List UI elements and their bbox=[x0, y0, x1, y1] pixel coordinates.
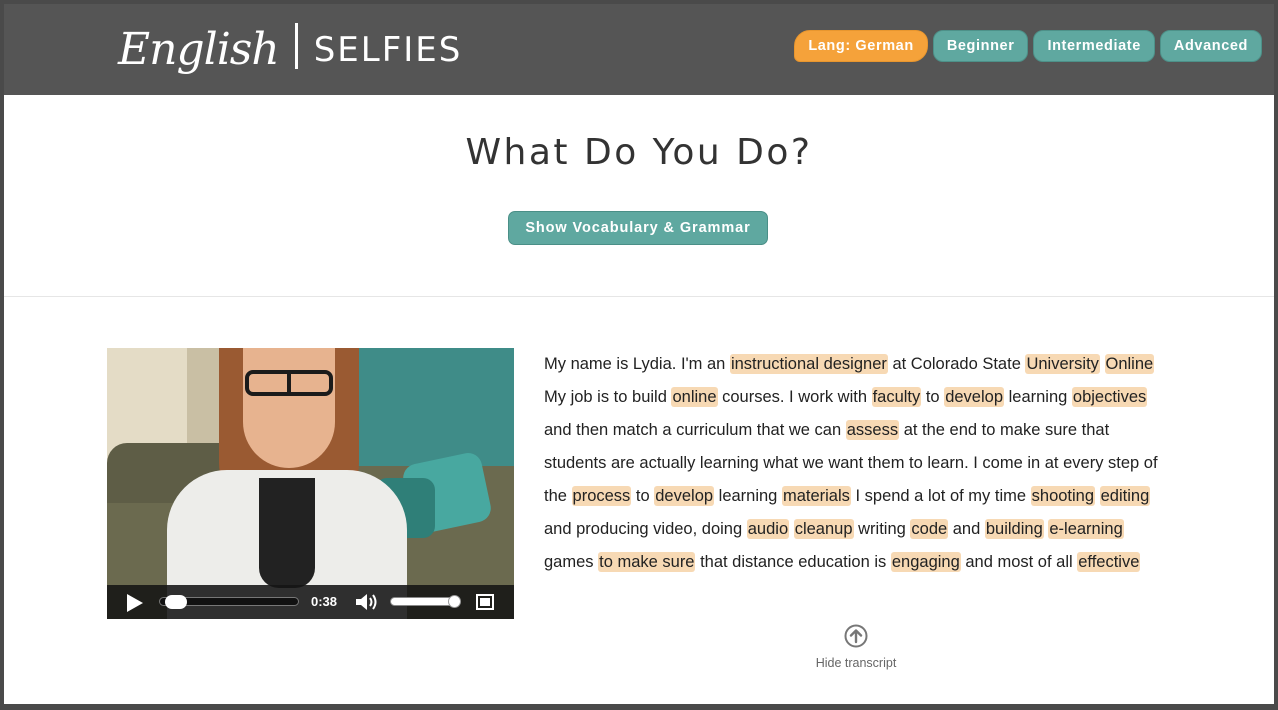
transcript-segment: writing bbox=[853, 520, 911, 538]
vocab-term[interactable]: develop bbox=[944, 387, 1005, 407]
vocab-term[interactable]: University bbox=[1025, 354, 1100, 374]
transcript-segment: courses. I work with bbox=[717, 388, 872, 406]
advanced-button[interactable]: Advanced bbox=[1159, 30, 1262, 62]
beginner-button[interactable]: Beginner bbox=[932, 30, 1029, 62]
arrow-up-circle-icon bbox=[844, 624, 868, 648]
transcript-segment: and producing video, doing bbox=[544, 520, 747, 538]
vocab-term[interactable]: effective bbox=[1077, 552, 1141, 572]
transcript-segment: to bbox=[631, 487, 655, 505]
vocab-term[interactable]: code bbox=[910, 519, 949, 539]
current-time: 0:38 bbox=[311, 594, 338, 609]
level-nav: Lang: German Beginner Intermediate Advan… bbox=[794, 30, 1262, 62]
transcript-segment: learning bbox=[1004, 388, 1072, 406]
page-frame: English SELFIES Lang: German Beginner In… bbox=[4, 4, 1274, 704]
transcript-segment: and most of all bbox=[960, 553, 1078, 571]
transcript-segment: that distance education is bbox=[695, 553, 891, 571]
transcript-segment: and bbox=[948, 520, 985, 538]
vocab-term[interactable]: instructional designer bbox=[729, 354, 888, 374]
vocab-term[interactable]: cleanup bbox=[793, 519, 854, 539]
vocab-term[interactable]: to make sure bbox=[598, 552, 696, 572]
transcript-segment: learning bbox=[714, 487, 782, 505]
video-frame-top bbox=[259, 478, 315, 588]
vocab-term[interactable]: building bbox=[984, 519, 1044, 539]
fullscreen-icon[interactable] bbox=[476, 594, 494, 610]
vocab-term[interactable]: engaging bbox=[890, 552, 961, 572]
vocab-term[interactable]: objectives bbox=[1071, 387, 1148, 407]
seek-handle[interactable] bbox=[164, 595, 187, 609]
video-player[interactable]: 0:38 bbox=[107, 348, 514, 619]
transcript-text: My name is Lydia. I'm an instructional d… bbox=[544, 348, 1164, 579]
lang-german-button[interactable]: Lang: German bbox=[794, 30, 928, 62]
transcript-segment bbox=[1095, 487, 1100, 505]
transcript-segment: My job is to build bbox=[544, 388, 672, 406]
transcript-segment: I spend a lot of my time bbox=[850, 487, 1031, 505]
vocab-term[interactable]: online bbox=[671, 387, 718, 407]
show-vocabulary-button[interactable]: Show Vocabulary & Grammar bbox=[508, 211, 768, 245]
vocab-term[interactable]: faculty bbox=[871, 387, 922, 407]
video-controls: 0:38 bbox=[107, 585, 514, 619]
intermediate-button[interactable]: Intermediate bbox=[1033, 30, 1155, 62]
site-logo[interactable]: English SELFIES bbox=[118, 12, 462, 88]
vocab-term[interactable]: editing bbox=[1099, 486, 1151, 506]
vocab-term[interactable]: develop bbox=[654, 486, 715, 506]
video-frame-face bbox=[243, 348, 335, 468]
transcript-segment: at Colorado State bbox=[887, 355, 1026, 373]
transcript-segment: and then match a curriculum that we can bbox=[544, 421, 846, 439]
play-icon[interactable] bbox=[127, 594, 143, 612]
seek-bar[interactable] bbox=[159, 595, 299, 609]
section-divider bbox=[4, 296, 1274, 297]
transcript-segment: My name is Lydia. I'm an bbox=[544, 355, 730, 373]
volume-handle[interactable] bbox=[448, 595, 461, 608]
logo-caps-text: SELFIES bbox=[313, 30, 463, 70]
vocab-term[interactable]: Online bbox=[1104, 354, 1155, 374]
transcript-segment bbox=[1100, 355, 1105, 373]
volume-slider[interactable] bbox=[390, 595, 461, 608]
video-frame-glasses bbox=[245, 370, 333, 396]
vocab-term[interactable]: process bbox=[571, 486, 632, 506]
transcript-segment: games bbox=[544, 553, 599, 571]
volume-icon[interactable] bbox=[355, 593, 381, 611]
vocab-term[interactable]: audio bbox=[746, 519, 790, 539]
page-title: What Do You Do? bbox=[465, 132, 813, 173]
site-header: English SELFIES Lang: German Beginner In… bbox=[4, 4, 1274, 95]
hide-transcript-button[interactable]: Hide transcript bbox=[804, 624, 908, 670]
vocab-term[interactable]: materials bbox=[781, 486, 851, 506]
transcript-segment: to bbox=[921, 388, 945, 406]
hide-transcript-label: Hide transcript bbox=[815, 656, 897, 670]
vocab-term[interactable]: shooting bbox=[1030, 486, 1096, 506]
vocab-term[interactable]: e-learning bbox=[1048, 519, 1124, 539]
vocab-term[interactable]: assess bbox=[845, 420, 900, 440]
logo-divider bbox=[294, 23, 298, 69]
logo-script-text: English bbox=[118, 24, 280, 75]
